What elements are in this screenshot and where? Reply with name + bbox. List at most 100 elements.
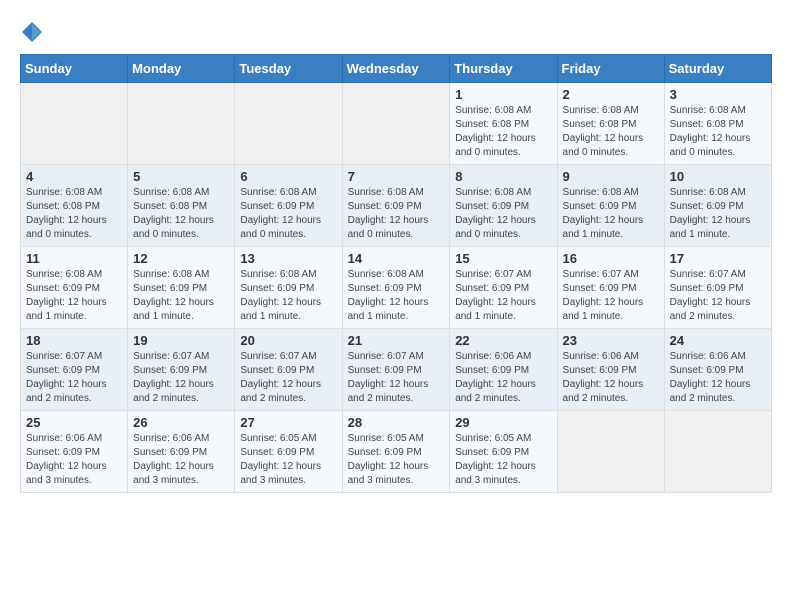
day-info: Sunrise: 6:08 AM Sunset: 6:09 PM Dayligh… <box>455 186 551 242</box>
day-info: Sunrise: 6:05 AM Sunset: 6:09 PM Dayligh… <box>240 432 336 488</box>
calendar-cell: 9 Sunrise: 6:08 AM Sunset: 6:09 PM Daylig… <box>557 165 664 247</box>
day-info: Sunrise: 6:07 AM Sunset: 6:09 PM Dayligh… <box>563 268 659 324</box>
day-number: 21 <box>348 333 445 348</box>
calendar-cell <box>557 411 664 493</box>
day-number: 15 <box>455 251 551 266</box>
day-number: 26 <box>133 415 229 430</box>
day-number: 16 <box>563 251 659 266</box>
day-number: 19 <box>133 333 229 348</box>
calendar-cell: 19 Sunrise: 6:07 AM Sunset: 6:09 PM Dayli… <box>128 329 235 411</box>
day-number: 22 <box>455 333 551 348</box>
day-info: Sunrise: 6:08 AM Sunset: 6:09 PM Dayligh… <box>240 186 336 242</box>
weekday-header-wednesday: Wednesday <box>342 55 450 83</box>
day-info: Sunrise: 6:06 AM Sunset: 6:09 PM Dayligh… <box>26 432 122 488</box>
day-number: 7 <box>348 169 445 184</box>
day-info: Sunrise: 6:06 AM Sunset: 6:09 PM Dayligh… <box>563 350 659 406</box>
calendar-cell: 22 Sunrise: 6:06 AM Sunset: 6:09 PM Dayli… <box>450 329 557 411</box>
calendar-cell: 25 Sunrise: 6:06 AM Sunset: 6:09 PM Dayli… <box>21 411 128 493</box>
day-number: 27 <box>240 415 336 430</box>
day-info: Sunrise: 6:08 AM Sunset: 6:09 PM Dayligh… <box>348 186 445 242</box>
weekday-header-saturday: Saturday <box>664 55 771 83</box>
day-info: Sunrise: 6:06 AM Sunset: 6:09 PM Dayligh… <box>133 432 229 488</box>
calendar-cell <box>21 83 128 165</box>
day-info: Sunrise: 6:08 AM Sunset: 6:08 PM Dayligh… <box>133 186 229 242</box>
day-number: 8 <box>455 169 551 184</box>
day-number: 25 <box>26 415 122 430</box>
calendar-cell: 4 Sunrise: 6:08 AM Sunset: 6:08 PM Daylig… <box>21 165 128 247</box>
weekday-header-thursday: Thursday <box>450 55 557 83</box>
calendar-cell: 27 Sunrise: 6:05 AM Sunset: 6:09 PM Dayli… <box>235 411 342 493</box>
calendar-cell: 26 Sunrise: 6:06 AM Sunset: 6:09 PM Dayli… <box>128 411 235 493</box>
calendar-week-row: 11Sunrise: 6:08 AM Sunset: 6:09 PM Dayli… <box>21 247 772 329</box>
day-info: Sunrise: 6:08 AM Sunset: 6:08 PM Dayligh… <box>563 104 659 160</box>
weekday-header-sunday: Sunday <box>21 55 128 83</box>
day-info: Sunrise: 6:07 AM Sunset: 6:09 PM Dayligh… <box>455 268 551 324</box>
day-info: Sunrise: 6:08 AM Sunset: 6:09 PM Dayligh… <box>240 268 336 324</box>
day-info: Sunrise: 6:08 AM Sunset: 6:09 PM Dayligh… <box>670 186 766 242</box>
calendar-cell <box>342 83 450 165</box>
calendar-week-row: 25 Sunrise: 6:06 AM Sunset: 6:09 PM Dayli… <box>21 411 772 493</box>
calendar-week-row: 1 Sunrise: 6:08 AM Sunset: 6:08 PM Daylig… <box>21 83 772 165</box>
day-number: 3 <box>670 87 766 102</box>
calendar-cell: 15 Sunrise: 6:07 AM Sunset: 6:09 PM Dayli… <box>450 247 557 329</box>
day-info: Sunrise: 6:08 AM Sunset: 6:08 PM Dayligh… <box>26 186 122 242</box>
day-info: Sunrise: 6:07 AM Sunset: 6:09 PM Dayligh… <box>26 350 122 406</box>
day-number: 20 <box>240 333 336 348</box>
day-info: Sunrise: 6:08 AM Sunset: 6:08 PM Dayligh… <box>670 104 766 160</box>
weekday-header-friday: Friday <box>557 55 664 83</box>
calendar-cell: 23 Sunrise: 6:06 AM Sunset: 6:09 PM Dayli… <box>557 329 664 411</box>
day-info: Sunrise: 6:07 AM Sunset: 6:09 PM Dayligh… <box>133 350 229 406</box>
day-info: Sunrise: 6:08 AM Sunset: 6:09 PM Dayligh… <box>133 268 229 324</box>
day-info: Sunrise: 6:06 AM Sunset: 6:09 PM Dayligh… <box>455 350 551 406</box>
day-number: 5 <box>133 169 229 184</box>
calendar-header-row: SundayMondayTuesdayWednesdayThursdayFrid… <box>21 55 772 83</box>
weekday-header-monday: Monday <box>128 55 235 83</box>
calendar-cell: 11Sunrise: 6:08 AM Sunset: 6:09 PM Dayli… <box>21 247 128 329</box>
day-info: Sunrise: 6:07 AM Sunset: 6:09 PM Dayligh… <box>240 350 336 406</box>
calendar-cell: 18 Sunrise: 6:07 AM Sunset: 6:09 PM Dayli… <box>21 329 128 411</box>
day-info: Sunrise: 6:05 AM Sunset: 6:09 PM Dayligh… <box>455 432 551 488</box>
logo-icon <box>20 20 44 44</box>
logo <box>20 20 48 44</box>
calendar-cell: 29 Sunrise: 6:05 AM Sunset: 6:09 PM Dayli… <box>450 411 557 493</box>
day-number: 1 <box>455 87 551 102</box>
day-number: 13 <box>240 251 336 266</box>
day-info: Sunrise: 6:08 AM Sunset: 6:09 PM Dayligh… <box>563 186 659 242</box>
calendar-cell: 6 Sunrise: 6:08 AM Sunset: 6:09 PM Daylig… <box>235 165 342 247</box>
day-number: 17 <box>670 251 766 266</box>
calendar-table: SundayMondayTuesdayWednesdayThursdayFrid… <box>20 54 772 493</box>
day-info: Sunrise: 6:08 AM Sunset: 6:09 PM Dayligh… <box>348 268 445 324</box>
calendar-cell: 8 Sunrise: 6:08 AM Sunset: 6:09 PM Daylig… <box>450 165 557 247</box>
day-number: 23 <box>563 333 659 348</box>
day-info: Sunrise: 6:06 AM Sunset: 6:09 PM Dayligh… <box>670 350 766 406</box>
calendar-cell: 5 Sunrise: 6:08 AM Sunset: 6:08 PM Daylig… <box>128 165 235 247</box>
calendar-cell: 20 Sunrise: 6:07 AM Sunset: 6:09 PM Dayli… <box>235 329 342 411</box>
day-info: Sunrise: 6:07 AM Sunset: 6:09 PM Dayligh… <box>348 350 445 406</box>
calendar-cell <box>664 411 771 493</box>
day-number: 29 <box>455 415 551 430</box>
calendar-week-row: 18 Sunrise: 6:07 AM Sunset: 6:09 PM Dayli… <box>21 329 772 411</box>
page-header <box>20 20 772 44</box>
day-number: 10 <box>670 169 766 184</box>
day-info: Sunrise: 6:05 AM Sunset: 6:09 PM Dayligh… <box>348 432 445 488</box>
day-info: Sunrise: 6:07 AM Sunset: 6:09 PM Dayligh… <box>670 268 766 324</box>
calendar-cell: 12Sunrise: 6:08 AM Sunset: 6:09 PM Dayli… <box>128 247 235 329</box>
calendar-cell: 10 Sunrise: 6:08 AM Sunset: 6:09 PM Dayli… <box>664 165 771 247</box>
day-number: 9 <box>563 169 659 184</box>
calendar-cell <box>128 83 235 165</box>
day-number: 4 <box>26 169 122 184</box>
calendar-week-row: 4 Sunrise: 6:08 AM Sunset: 6:08 PM Daylig… <box>21 165 772 247</box>
day-info: Sunrise: 6:08 AM Sunset: 6:08 PM Dayligh… <box>455 104 551 160</box>
calendar-cell: 28 Sunrise: 6:05 AM Sunset: 6:09 PM Dayli… <box>342 411 450 493</box>
calendar-cell: 1 Sunrise: 6:08 AM Sunset: 6:08 PM Daylig… <box>450 83 557 165</box>
day-info: Sunrise: 6:08 AM Sunset: 6:09 PM Dayligh… <box>26 268 122 324</box>
calendar-cell: 3 Sunrise: 6:08 AM Sunset: 6:08 PM Daylig… <box>664 83 771 165</box>
calendar-cell: 13 Sunrise: 6:08 AM Sunset: 6:09 PM Dayli… <box>235 247 342 329</box>
day-number: 6 <box>240 169 336 184</box>
calendar-cell: 16 Sunrise: 6:07 AM Sunset: 6:09 PM Dayli… <box>557 247 664 329</box>
calendar-cell: 14Sunrise: 6:08 AM Sunset: 6:09 PM Dayli… <box>342 247 450 329</box>
calendar-cell: 24Sunrise: 6:06 AM Sunset: 6:09 PM Dayli… <box>664 329 771 411</box>
day-number: 18 <box>26 333 122 348</box>
day-number: 28 <box>348 415 445 430</box>
calendar-cell: 7 Sunrise: 6:08 AM Sunset: 6:09 PM Daylig… <box>342 165 450 247</box>
